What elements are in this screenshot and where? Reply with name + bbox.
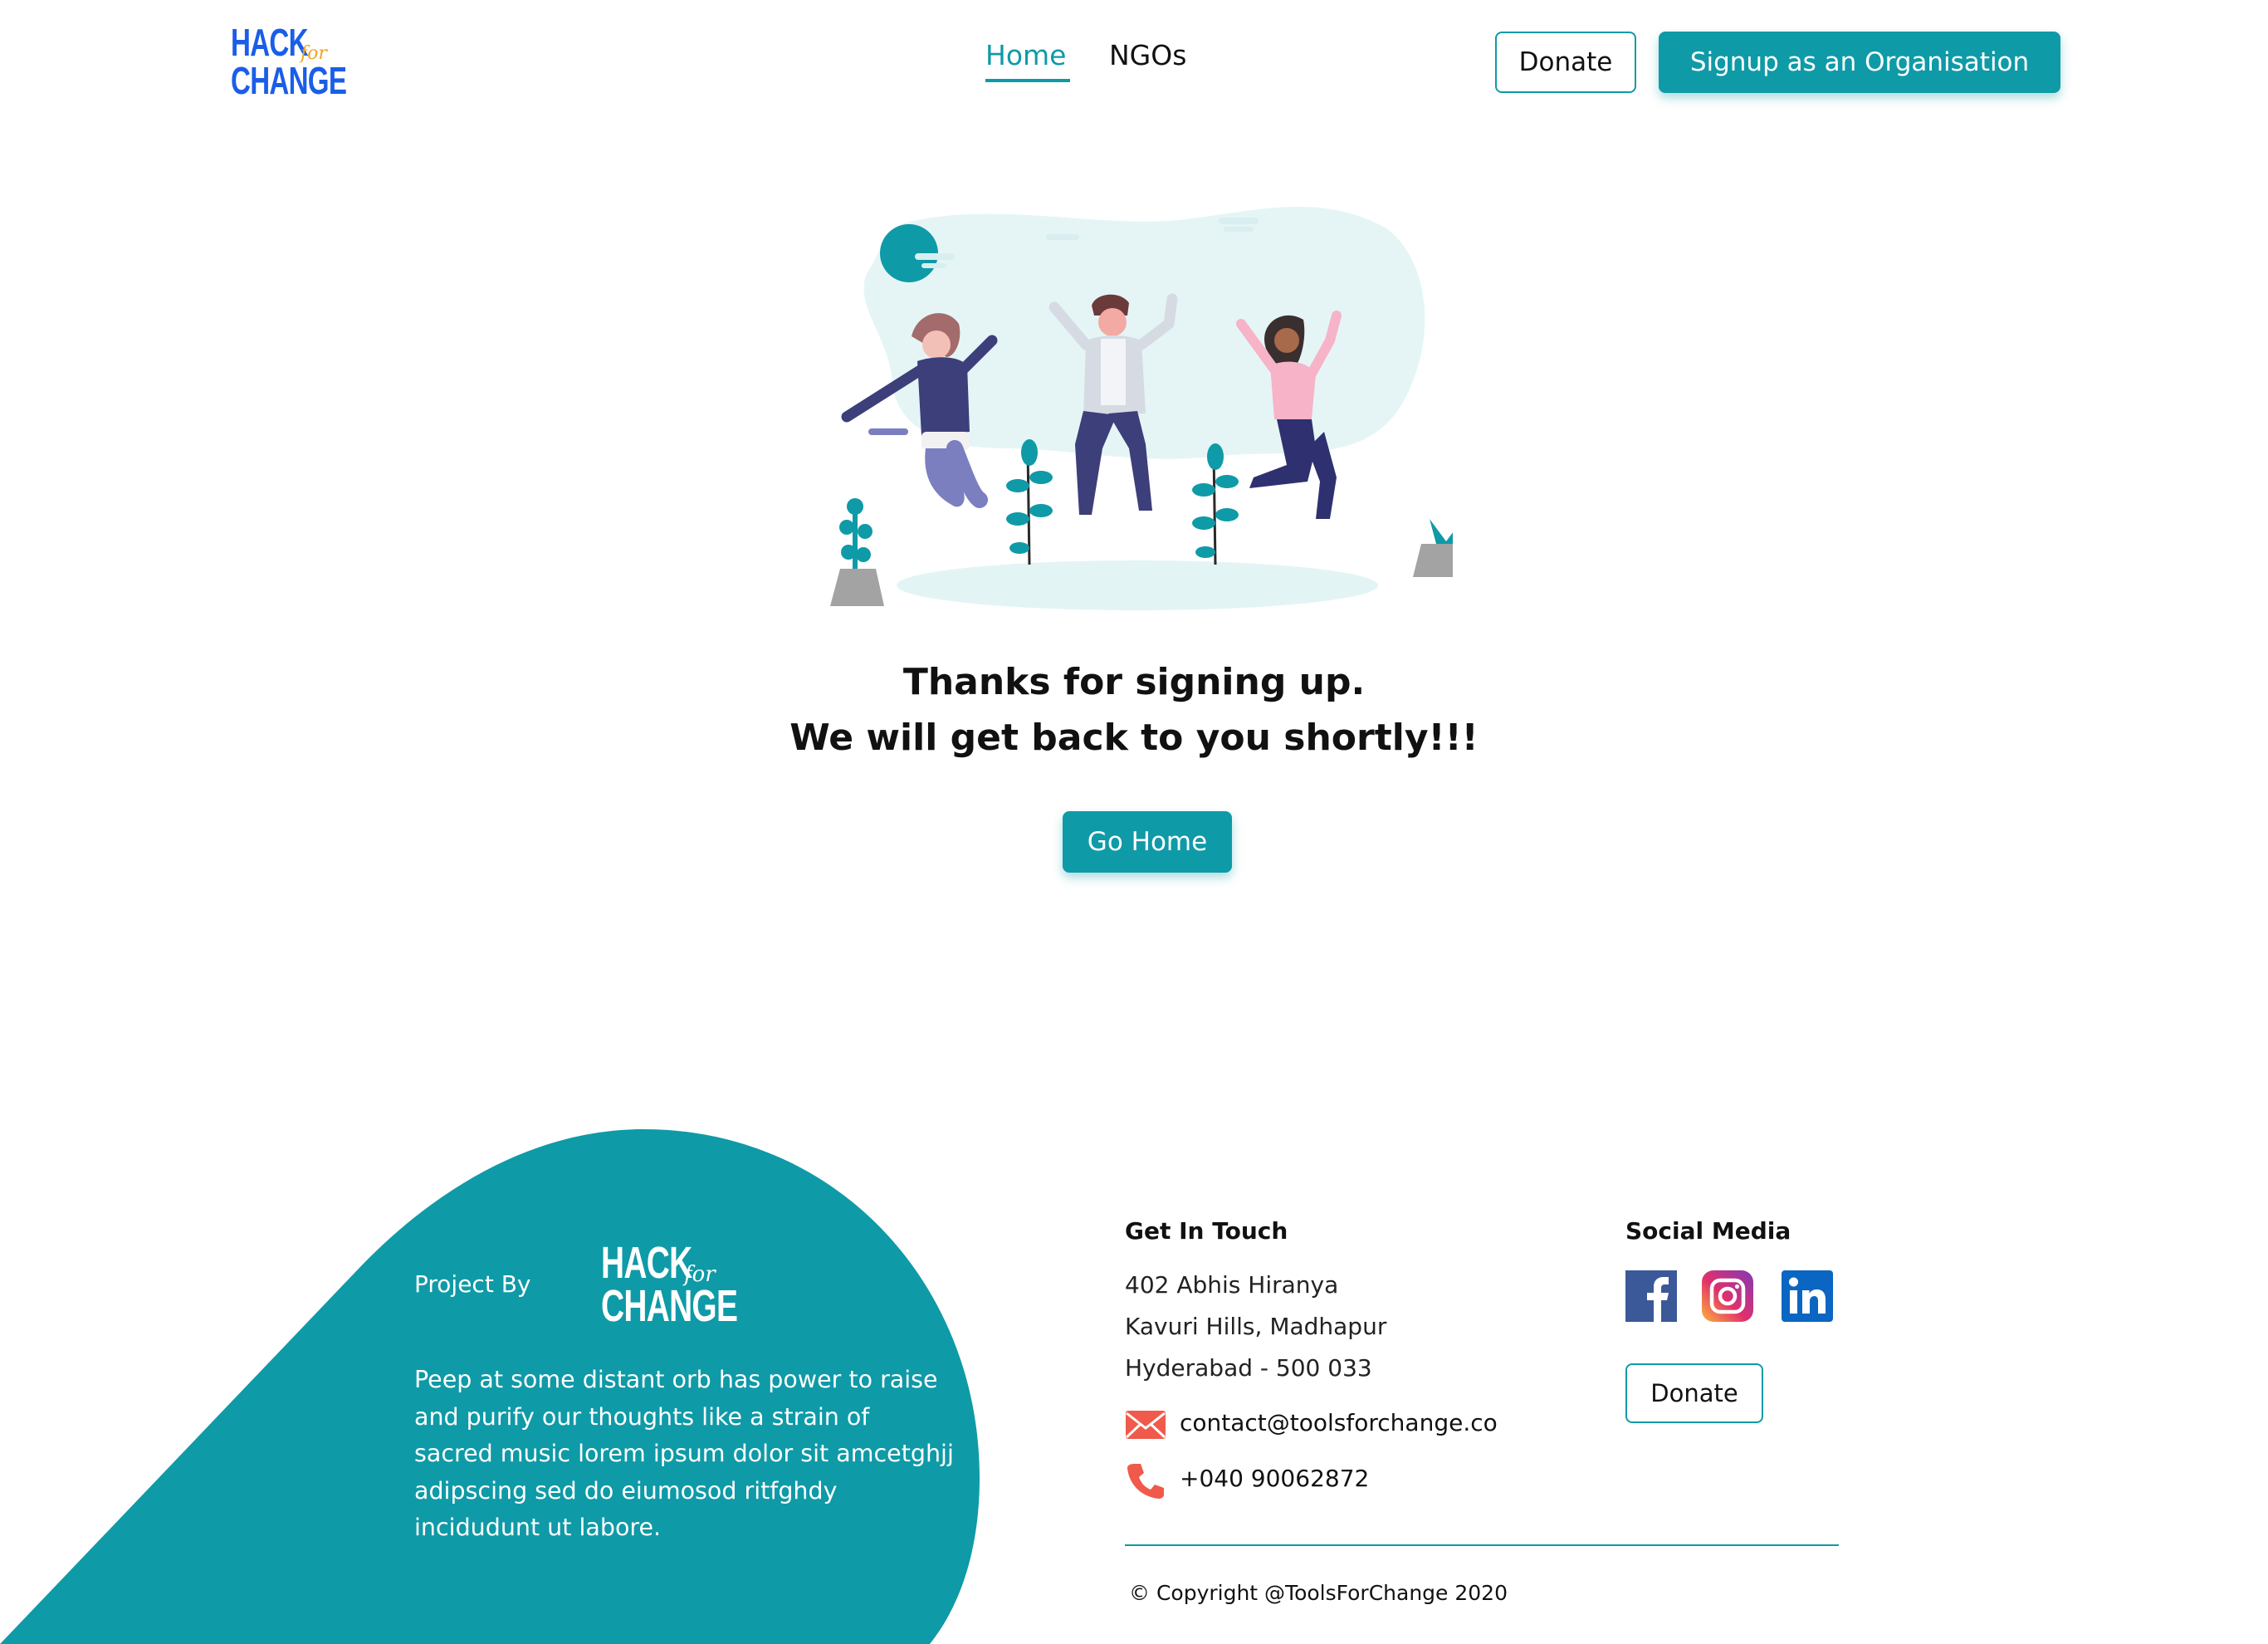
mail-icon (1125, 1411, 1166, 1439)
signup-button-label: Signup as an Organisation (1689, 47, 2030, 77)
social-media-heading: Social Media (1625, 1217, 1791, 1245)
linkedin-icon[interactable] (1782, 1270, 1833, 1322)
go-home-label: Go Home (1087, 827, 1208, 857)
footer-logo-line-change: CHANGE (601, 1281, 738, 1331)
footer-divider (1125, 1544, 1839, 1546)
footer-hack-for-change-logo: HACK for CHANGE (601, 1238, 738, 1328)
phone-icon (1127, 1464, 1164, 1499)
footer-logo-line-hack: HACK (601, 1238, 692, 1288)
hack-for-change-logo[interactable]: HACK for CHANGE (231, 21, 347, 106)
facebook-icon[interactable] (1625, 1270, 1677, 1322)
confirmation-line-1: Thanks for signing up. (902, 661, 1366, 703)
address-line-1: 402 Abhis Hiranya (1125, 1271, 1339, 1299)
confirmation-line-2: We will get back to you shortly!!! (789, 717, 1479, 759)
go-home-button[interactable]: Go Home (1063, 811, 1232, 873)
copyright-text: © Copyright @ToolsForChange 2020 (1129, 1581, 1508, 1605)
contact-email-link[interactable]: contact@toolsforchange.co (1180, 1409, 1498, 1436)
donate-button[interactable]: Donate (1495, 32, 1636, 93)
footer-description: Peep at some distant orb has power to ra… (414, 1366, 954, 1541)
project-by-label: Project By (414, 1270, 531, 1298)
address-line-2: Kavuri Hills, Madhapur (1125, 1313, 1387, 1340)
donate-button-label: Donate (1518, 47, 1613, 77)
signup-organisation-button[interactable]: Signup as an Organisation (1659, 32, 2060, 93)
logo-line-hack: HACK (231, 21, 309, 64)
get-in-touch-heading: Get In Touch (1125, 1217, 1288, 1245)
nav-home[interactable]: Home (985, 42, 1066, 69)
people-jumping-illustration (830, 207, 1453, 610)
signup-confirmation-message: Thanks for signing up. We will get back … (719, 654, 1549, 766)
address-line-3: Hyderabad - 500 033 (1125, 1354, 1372, 1382)
instagram-icon[interactable] (1702, 1270, 1753, 1322)
footer-donate-button[interactable]: Donate (1625, 1363, 1763, 1423)
nav-active-underline (985, 79, 1070, 82)
footer-donate-label: Donate (1650, 1379, 1738, 1407)
nav-ngos[interactable]: NGOs (1109, 42, 1186, 69)
contact-phone[interactable]: +040 90062872 (1180, 1465, 1369, 1492)
logo-line-change: CHANGE (231, 59, 347, 102)
